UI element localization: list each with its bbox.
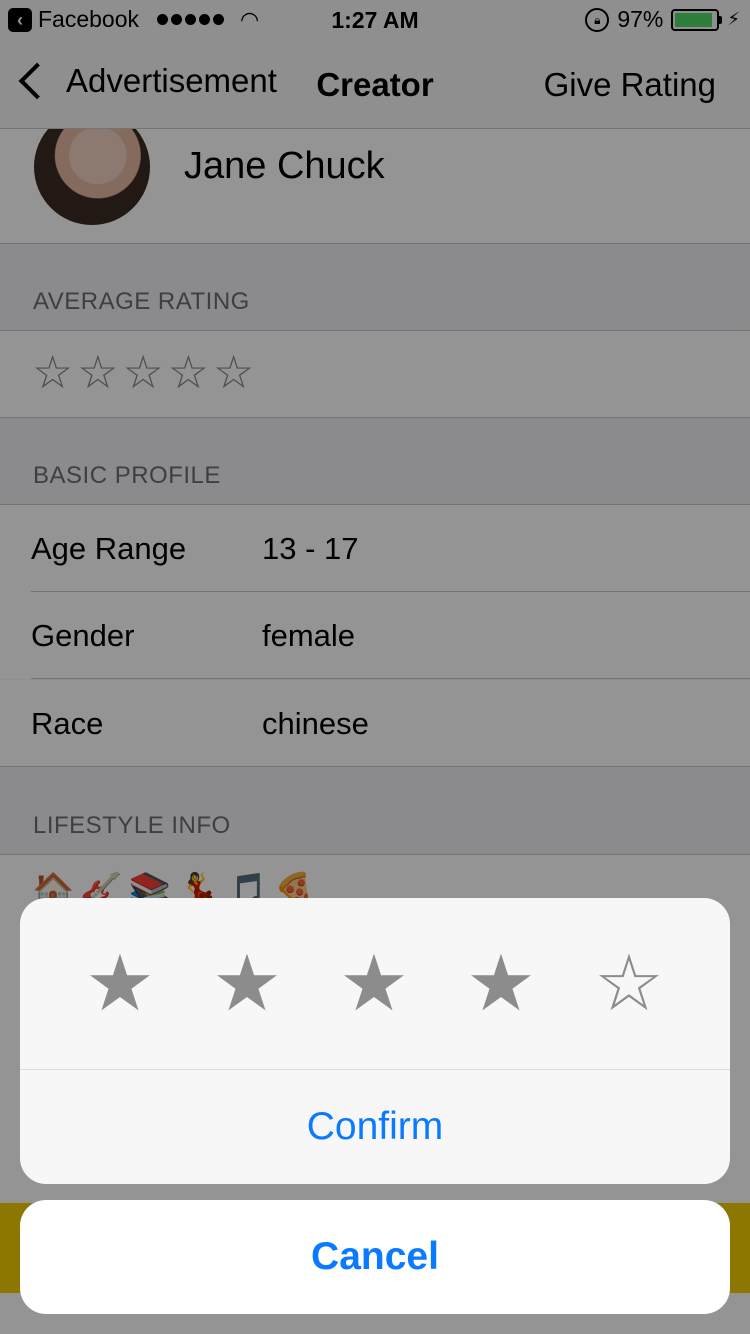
confirm-button[interactable]: Confirm (20, 1070, 730, 1184)
rating-star-4-icon[interactable]: ★ (461, 943, 541, 1023)
rating-star-1-icon[interactable]: ★ (80, 943, 160, 1023)
rating-star-5-icon[interactable]: ☆ (589, 943, 669, 1023)
cancel-button[interactable]: Cancel (20, 1200, 730, 1314)
rating-action-sheet: ★ ★ ★ ★ ☆ Confirm (20, 898, 730, 1184)
rating-star-picker: ★ ★ ★ ★ ☆ (20, 898, 730, 1070)
rating-star-2-icon[interactable]: ★ (207, 943, 287, 1023)
rating-star-3-icon[interactable]: ★ (334, 943, 414, 1023)
